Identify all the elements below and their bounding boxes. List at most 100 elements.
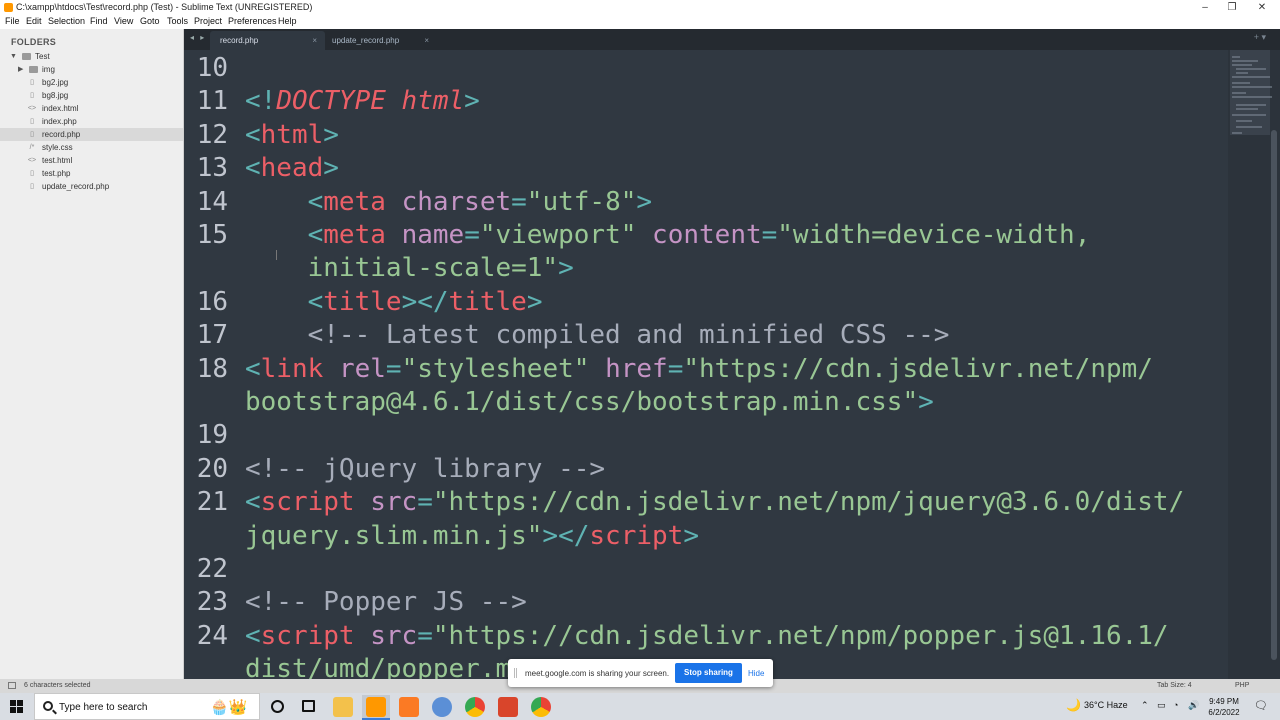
tab-close-icon[interactable]: × — [424, 31, 429, 50]
cortana-icon[interactable] — [271, 700, 284, 713]
close-window-button[interactable]: ✕ — [1242, 0, 1280, 15]
windows-start-icon[interactable] — [10, 700, 23, 713]
search-highlight-icon[interactable]: 🧁👑 — [210, 698, 247, 716]
app-c-icon[interactable] — [498, 697, 518, 717]
tree-file[interactable]: ▯ bg2.jpg — [0, 76, 183, 89]
syntax-status[interactable]: PHP — [1235, 682, 1249, 689]
panel-toggle-icon[interactable] — [8, 682, 16, 689]
line-number: 10 — [196, 53, 228, 83]
tree-file-selected[interactable]: ▯ record.php — [0, 128, 183, 141]
code-line[interactable]: 15 <meta name="viewport" content="width=… — [184, 219, 1228, 252]
hide-banner-button[interactable]: Hide — [748, 669, 764, 678]
clock-time: 9:49 PM — [1209, 697, 1239, 706]
drag-handle-icon[interactable] — [514, 668, 517, 678]
tray-expand-icon[interactable]: ⌃ — [1141, 700, 1149, 711]
code-line[interactable]: 24 <script src="https://cdn.jsdelivr.net/… — [184, 620, 1228, 653]
file-icon: ▯ — [30, 183, 34, 190]
code-line[interactable]: bootstrap@4.6.1/dist/css/bootstrap.min.c… — [184, 386, 1228, 419]
menu-project[interactable]: Project — [194, 16, 222, 26]
code-line[interactable]: jquery.slim.min.js"></script> — [184, 520, 1228, 553]
tree-folder-img[interactable]: ▶ img — [0, 63, 183, 76]
line-number: 22 — [196, 554, 228, 584]
line-number: 19 — [196, 420, 228, 451]
code-text: <meta name="viewport" content="width=dev… — [307, 220, 1091, 250]
taskbar-clock[interactable]: 9:49 PM 6/2/2022 — [1205, 696, 1243, 718]
sublime-text-icon[interactable] — [366, 697, 386, 717]
menu-preferences[interactable]: Preferences — [228, 16, 277, 26]
code-line[interactable]: 20 <!-- jQuery library --> — [184, 453, 1228, 486]
wifi-icon[interactable]: ◔ — [1173, 700, 1178, 710]
menu-find[interactable]: Find — [90, 16, 108, 26]
code-line[interactable]: 22 — [184, 553, 1228, 586]
folders-header: FOLDERS — [11, 37, 57, 47]
code-line[interactable]: 18 <link rel="stylesheet" href="https://c… — [184, 353, 1228, 386]
code-line[interactable]: 23 <!-- Popper JS --> — [184, 586, 1228, 619]
code-text: <!DOCTYPE html> — [245, 86, 480, 117]
code-line[interactable]: 10 — [184, 52, 1228, 85]
code-line[interactable]: 16 <title></title> — [184, 286, 1228, 319]
code-line[interactable]: 17 <!-- Latest compiled and minified CSS… — [184, 319, 1228, 352]
file-icon: ▯ — [30, 170, 34, 177]
menu-file[interactable]: File — [5, 16, 20, 26]
expanded-arrow-icon[interactable]: ▼ — [10, 50, 17, 63]
xampp-icon[interactable] — [399, 697, 419, 717]
menu-help[interactable]: Help — [278, 16, 297, 26]
code-line[interactable]: initial-scale=1"> — [184, 252, 1228, 285]
tree-file[interactable]: <> index.html — [0, 102, 183, 115]
line-number: 14 — [196, 186, 228, 217]
chrome-profile-icon[interactable] — [531, 697, 551, 717]
chrome-icon[interactable] — [465, 697, 485, 717]
tree-label: record.php — [42, 130, 81, 139]
code-text: <head> — [245, 153, 339, 184]
tab-close-icon[interactable]: × — [312, 31, 317, 50]
new-tab-icon[interactable]: + ▾ — [1254, 32, 1266, 43]
search-placeholder: Type here to search — [59, 702, 148, 713]
weather-icon[interactable]: 🌙 — [1066, 698, 1081, 712]
code-line[interactable]: 21 <script src="https://cdn.jsdelivr.net/… — [184, 486, 1228, 519]
file-icon: ▯ — [30, 79, 34, 86]
folder-icon — [29, 66, 38, 73]
tree-label: index.php — [42, 117, 77, 126]
code-line[interactable]: 13 <head> — [184, 152, 1228, 185]
tree-file[interactable]: ▯ test.php — [0, 167, 183, 180]
tree-file[interactable]: ▯ index.php — [0, 115, 183, 128]
code-line[interactable]: 11 <!DOCTYPE html> — [184, 85, 1228, 118]
code-file-icon: <> — [27, 105, 37, 112]
code-text: <html> — [245, 119, 339, 150]
tab-size-status[interactable]: Tab Size: 4 — [1157, 682, 1192, 689]
weather-status[interactable]: 36°C Haze — [1084, 700, 1128, 710]
share-message: meet.google.com is sharing your screen. — [525, 669, 670, 678]
tree-file[interactable]: /* style.css — [0, 141, 183, 154]
code-editor[interactable]: 10 11 <!DOCTYPE html> 12 <html> 13 <head> 14 <m… — [184, 50, 1228, 679]
menu-goto[interactable]: Goto — [140, 16, 160, 26]
battery-icon[interactable]: ▭ — [1157, 700, 1166, 711]
tab-nav-arrows-icon[interactable]: ◂ ▸ — [190, 33, 206, 42]
menu-selection[interactable]: Selection — [48, 16, 85, 26]
tree-file[interactable]: ▯ update_record.php — [0, 180, 183, 193]
tree-label: img — [42, 65, 55, 74]
css-file-icon: /* — [29, 144, 35, 151]
tree-file[interactable]: <> test.html — [0, 154, 183, 167]
tab-record-php[interactable]: record.php × — [210, 31, 325, 50]
vertical-scrollbar[interactable] — [1271, 130, 1277, 660]
menu-view[interactable]: View — [114, 16, 133, 26]
menu-bar: File Edit Selection Find View Goto Tools… — [0, 15, 1280, 29]
menu-edit[interactable]: Edit — [26, 16, 42, 26]
menu-tools[interactable]: Tools — [167, 16, 188, 26]
file-explorer-icon[interactable] — [333, 697, 353, 717]
taskbar-search-box[interactable]: Type here to search 🧁👑 — [34, 693, 260, 720]
task-view-icon[interactable] — [302, 700, 315, 712]
window-title: C:\xampp\htdocs\Test\record.php (Test) -… — [16, 2, 313, 12]
tree-file[interactable]: ▯ bg8.jpg — [0, 89, 183, 102]
code-line[interactable]: 19 — [184, 419, 1228, 452]
tab-update-record-php[interactable]: update_record.php × — [322, 31, 437, 50]
code-line[interactable]: 14 <meta charset="utf-8"> — [184, 186, 1228, 219]
collapsed-arrow-icon[interactable]: ▶ — [18, 63, 23, 76]
network-people-icon[interactable] — [432, 697, 452, 717]
volume-icon[interactable]: 🔊 — [1188, 700, 1199, 711]
tree-folder-test[interactable]: ▼ Test — [0, 50, 183, 63]
code-line[interactable]: 12 <html> — [184, 119, 1228, 152]
notifications-icon[interactable]: 🗨 — [1254, 699, 1268, 712]
tree-label: bg2.jpg — [42, 78, 69, 87]
stop-sharing-button[interactable]: Stop sharing — [675, 663, 742, 683]
